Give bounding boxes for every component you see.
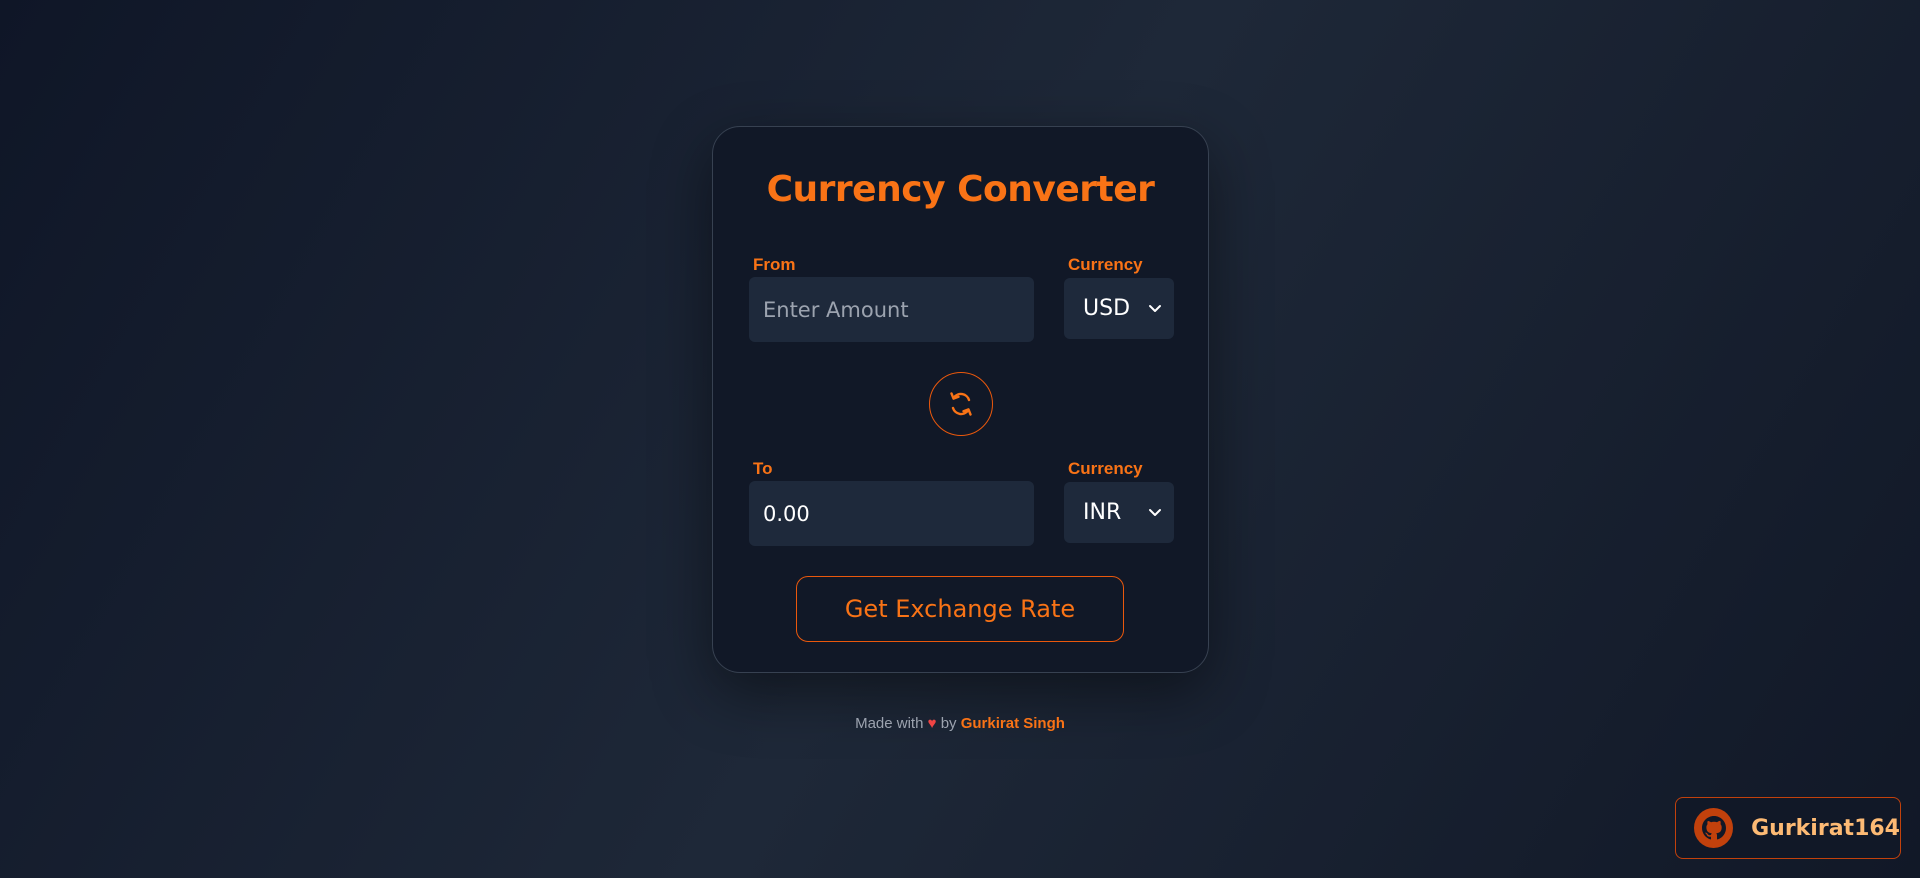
swap-arrows-icon (950, 392, 972, 416)
get-exchange-rate-button[interactable]: Get Exchange Rate (796, 576, 1124, 642)
converted-amount-field[interactable] (749, 481, 1034, 546)
footer-by: by (940, 715, 957, 732)
footer-made-with: Made with (855, 715, 924, 732)
from-currency-label: Currency (1068, 255, 1143, 274)
github-profile-badge[interactable]: Gurkirat164 (1675, 797, 1901, 859)
heart-icon: ♥ (927, 715, 937, 732)
to-currency-value: INR (1083, 500, 1122, 525)
chevron-down-icon (1149, 304, 1161, 312)
footer-credit: Made with ♥ by Gurkirat Singh (0, 715, 1920, 732)
to-label: To (753, 459, 773, 478)
swap-button[interactable] (929, 372, 993, 436)
to-currency-select[interactable]: INR (1064, 482, 1174, 543)
from-currency-select[interactable]: USD (1064, 278, 1174, 339)
amount-input[interactable] (749, 277, 1034, 342)
from-currency-value: USD (1083, 296, 1131, 321)
from-label: From (753, 255, 796, 274)
converter-card: Currency Converter From Currency USD To … (712, 126, 1209, 673)
github-icon (1694, 808, 1734, 848)
chevron-down-icon (1149, 508, 1161, 516)
author-link[interactable]: Gurkirat Singh (961, 715, 1065, 732)
github-username: Gurkirat164 (1751, 815, 1900, 841)
page-title: Currency Converter (766, 169, 1155, 210)
to-currency-label: Currency (1068, 459, 1143, 478)
